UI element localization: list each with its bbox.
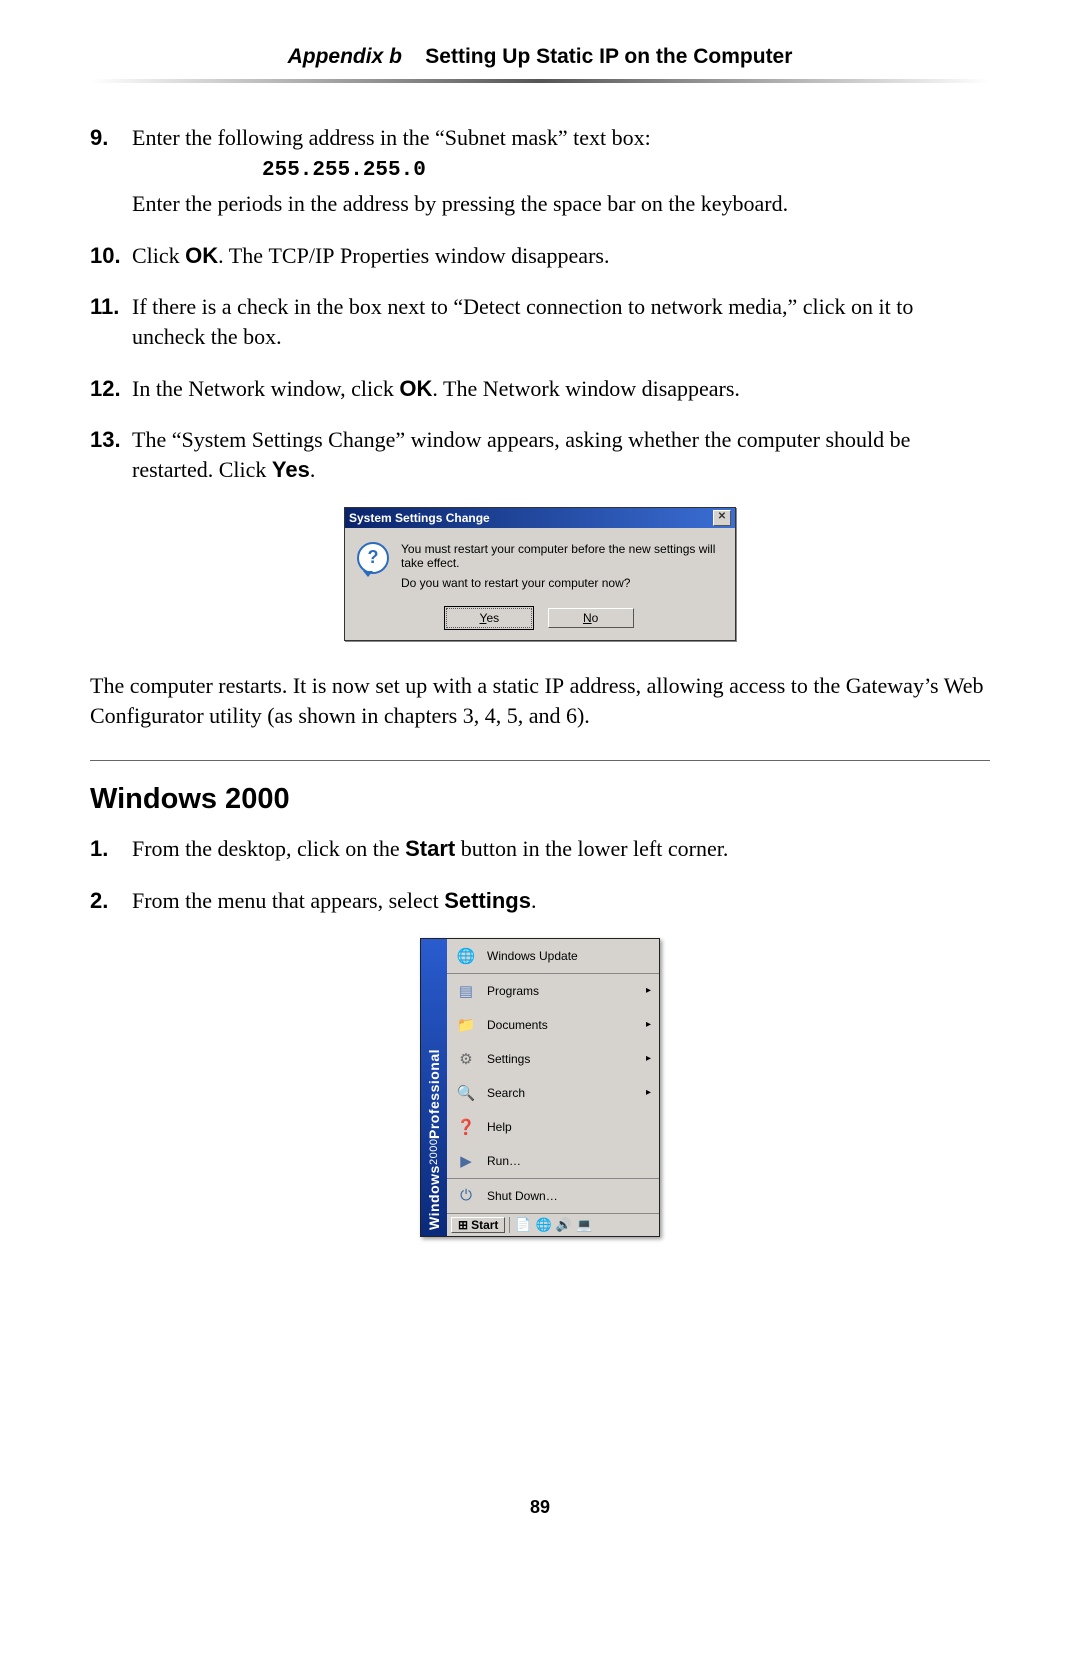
start-button[interactable]: ⊞Start <box>451 1217 505 1233</box>
section-title-windows-2000: Windows 2000 <box>90 783 990 816</box>
tray-icon[interactable]: 🌐 <box>536 1217 552 1233</box>
menu-item-label: Settings <box>487 1052 530 1066</box>
step-number: 1. <box>90 834 132 864</box>
menu-item-label: Help <box>487 1120 512 1134</box>
submenu-arrow-icon: ▸ <box>646 1087 651 1098</box>
menu-settings-icon: ⚙ <box>455 1049 477 1069</box>
menu-run[interactable]: ▶ Run… <box>447 1144 659 1178</box>
step-number: 9. <box>90 123 132 219</box>
windows-flag-icon: ⊞ <box>458 1218 468 1232</box>
step-text: Enter the following address in the “Subn… <box>132 125 651 150</box>
system-settings-change-dialog: System Settings Change ✕ ? You must rest… <box>344 507 736 641</box>
step-number: 12. <box>90 374 132 404</box>
menu-search[interactable]: 🔍 Search ▸ <box>447 1076 659 1110</box>
ok-label: OK <box>399 376 432 401</box>
menu-shutdown[interactable]: ⏻ Shut Down… <box>447 1178 659 1213</box>
page-header: Appendix b Setting Up Static IP on the C… <box>90 45 990 79</box>
step-text: Enter the periods in the address by pres… <box>132 191 788 216</box>
menu-search-icon: 🔍 <box>455 1083 477 1103</box>
step-13: 13. The “System Settings Change” window … <box>90 425 990 484</box>
dialog-title: System Settings Change <box>349 511 490 525</box>
menu-item-label: Search <box>487 1086 525 1100</box>
subnet-mask-value: 255.255.255.0 <box>262 157 990 185</box>
menu-item-label: Documents <box>487 1018 548 1032</box>
menu-run-icon: ▶ <box>455 1151 477 1171</box>
step-body: In the Network window, click OK. The Net… <box>132 374 990 404</box>
step-11: 11. If there is a check in the box next … <box>90 292 990 351</box>
start-menu-sidebar: Windows2000Professional <box>421 939 447 1236</box>
menu-windows-update[interactable]: 🌐 Windows Update <box>447 939 659 973</box>
menu-programs-icon: ▤ <box>455 981 477 1001</box>
menu-windows-update-icon: 🌐 <box>455 946 477 966</box>
step-9: 9. Enter the following address in the “S… <box>90 123 990 219</box>
start-menu-items: 🌐 Windows Update ▤ Programs ▸ 📁 Documents ▸ ⚙ Set… <box>447 939 659 1236</box>
question-icon: ? <box>357 542 389 574</box>
step-10: 10. Click OK. The TCP/IP Properties wind… <box>90 241 990 271</box>
menu-shutdown-icon: ⏻ <box>455 1186 477 1206</box>
tray-icons: 📄 🌐🔊💻 <box>509 1217 592 1233</box>
step-body: Enter the following address in the “Subn… <box>132 123 990 219</box>
submenu-arrow-icon: ▸ <box>646 985 651 996</box>
step-body: Click OK. The TCP/IP Properties window d… <box>132 241 990 271</box>
step-number: 2. <box>90 886 132 916</box>
menu-documents[interactable]: 📁 Documents ▸ <box>447 1008 659 1042</box>
tray-icon[interactable]: 📄 <box>515 1217 531 1233</box>
section2-step-2: 2. From the menu that appears, select Se… <box>90 886 990 916</box>
menu-item-label: Run… <box>487 1154 521 1168</box>
menu-programs[interactable]: ▤ Programs ▸ <box>447 973 659 1008</box>
dialog-figure: System Settings Change ✕ ? You must rest… <box>90 507 990 641</box>
menu-settings[interactable]: ⚙ Settings ▸ <box>447 1042 659 1076</box>
submenu-arrow-icon: ▸ <box>646 1019 651 1030</box>
header-rule <box>90 79 990 83</box>
step-body: From the desktop, click on the Start but… <box>132 834 990 864</box>
tray-icon[interactable]: 🔊 <box>556 1217 572 1233</box>
step-12: 12. In the Network window, click OK. The… <box>90 374 990 404</box>
section2-step-1: 1. From the desktop, click on the Start … <box>90 834 990 864</box>
no-button[interactable]: No <box>548 608 634 628</box>
start-menu-figure: Windows2000Professional 🌐 Windows Update ▤… <box>90 938 990 1237</box>
step-number: 11. <box>90 292 132 351</box>
step-number: 10. <box>90 241 132 271</box>
paragraph-after-steps: The computer restarts. It is now set up … <box>90 671 990 730</box>
taskbar: ⊞Start 📄 🌐🔊💻 <box>447 1213 659 1236</box>
tray-icon[interactable]: 💻 <box>576 1217 592 1233</box>
document-page: Appendix b Setting Up Static IP on the C… <box>0 0 1080 1578</box>
dialog-titlebar: System Settings Change ✕ <box>345 508 735 528</box>
yes-button[interactable]: Yes <box>446 608 532 628</box>
step-body: If there is a check in the box next to “… <box>132 292 990 351</box>
menu-item-label: Shut Down… <box>487 1189 558 1203</box>
menu-help-icon: ❓ <box>455 1117 477 1137</box>
ok-label: OK <box>185 243 218 268</box>
step-body: The “System Settings Change” window appe… <box>132 425 990 484</box>
page-number: 89 <box>90 1497 990 1518</box>
step-number: 13. <box>90 425 132 484</box>
yes-label: Yes <box>272 457 310 482</box>
close-button[interactable]: ✕ <box>713 510 731 526</box>
section-divider <box>90 760 990 761</box>
header-prefix: Appendix b <box>288 45 402 68</box>
menu-documents-icon: 📁 <box>455 1015 477 1035</box>
header-title-text: Setting Up Static IP on the Computer <box>425 45 792 68</box>
menu-item-label: Windows Update <box>487 949 578 963</box>
step-body: From the menu that appears, select Setti… <box>132 886 990 916</box>
submenu-arrow-icon: ▸ <box>646 1053 651 1064</box>
dialog-message: You must restart your computer before th… <box>401 542 723 596</box>
menu-help[interactable]: ❓ Help <box>447 1110 659 1144</box>
start-menu: Windows2000Professional 🌐 Windows Update ▤… <box>420 938 660 1237</box>
menu-item-label: Programs <box>487 984 539 998</box>
